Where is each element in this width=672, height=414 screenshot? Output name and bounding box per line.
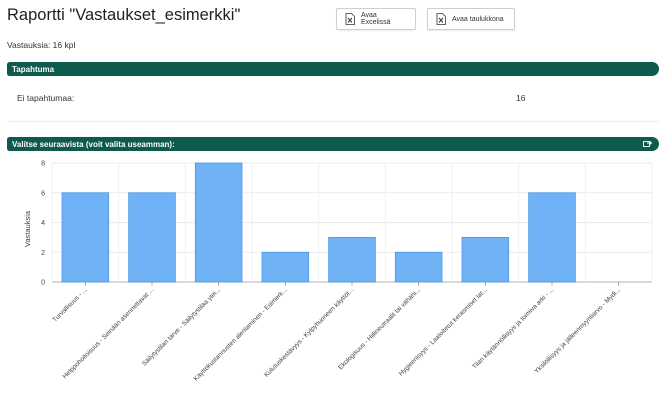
export-icon[interactable] <box>643 140 653 148</box>
choice-section-header: Valitse seuraavista (voit valita useamma… <box>7 137 659 151</box>
excel-file-icon <box>345 13 355 25</box>
event-row-label: Ei tapahtumaa: <box>17 93 75 103</box>
open-in-excel-button[interactable]: Avaa Excelissä <box>336 8 416 30</box>
page-title: Raportti "Vastaukset_esimerkki" <box>7 6 241 24</box>
event-section-title: Tapahtuma <box>12 64 55 74</box>
open-as-table-label: Avaa taulukkona <box>452 15 504 23</box>
bar[interactable] <box>328 236 376 283</box>
bar[interactable] <box>461 236 510 283</box>
table-file-icon <box>436 13 446 25</box>
event-row: Ei tapahtumaa: 16 <box>7 88 659 110</box>
y-tick-label: 0 <box>41 280 45 287</box>
y-tick-label: 6 <box>41 190 45 197</box>
bar-chart: 02468 Turvallisuus - ...Helppohoitoisuus… <box>23 161 653 383</box>
x-tick-label: Ekologisuus - Hiilineutraalit tai vähähi… <box>337 286 422 371</box>
bar[interactable] <box>394 251 443 283</box>
x-tick-label: Säilytystilan tarve - Säilytystilaa ylei… <box>141 286 222 367</box>
response-count: Vastauksia: 16 kpl <box>7 40 76 50</box>
divider <box>7 121 659 122</box>
bar[interactable] <box>528 192 576 283</box>
bar[interactable] <box>261 251 310 283</box>
open-in-excel-label: Avaa Excelissä <box>361 12 391 26</box>
choice-section-title: Valitse seuraavista (voit valita useamma… <box>12 139 175 149</box>
y-tick-label: 4 <box>41 220 45 227</box>
event-row-value: 16 <box>516 93 526 103</box>
open-as-table-button[interactable]: Avaa taulukkona <box>427 8 515 30</box>
bar[interactable] <box>128 192 176 283</box>
y-tick-label: 2 <box>41 250 45 257</box>
y-tick-label: 8 <box>41 161 45 168</box>
event-section-header: Tapahtuma <box>7 62 659 76</box>
bar[interactable] <box>194 162 243 283</box>
y-axis-label: Vastauksia <box>23 210 32 247</box>
x-tick-label: Tilan käytännöllisyys ja toimiva arki - … <box>471 286 555 370</box>
x-tick-label: Turvallisuus - ... <box>52 286 89 323</box>
bar[interactable] <box>61 192 110 283</box>
